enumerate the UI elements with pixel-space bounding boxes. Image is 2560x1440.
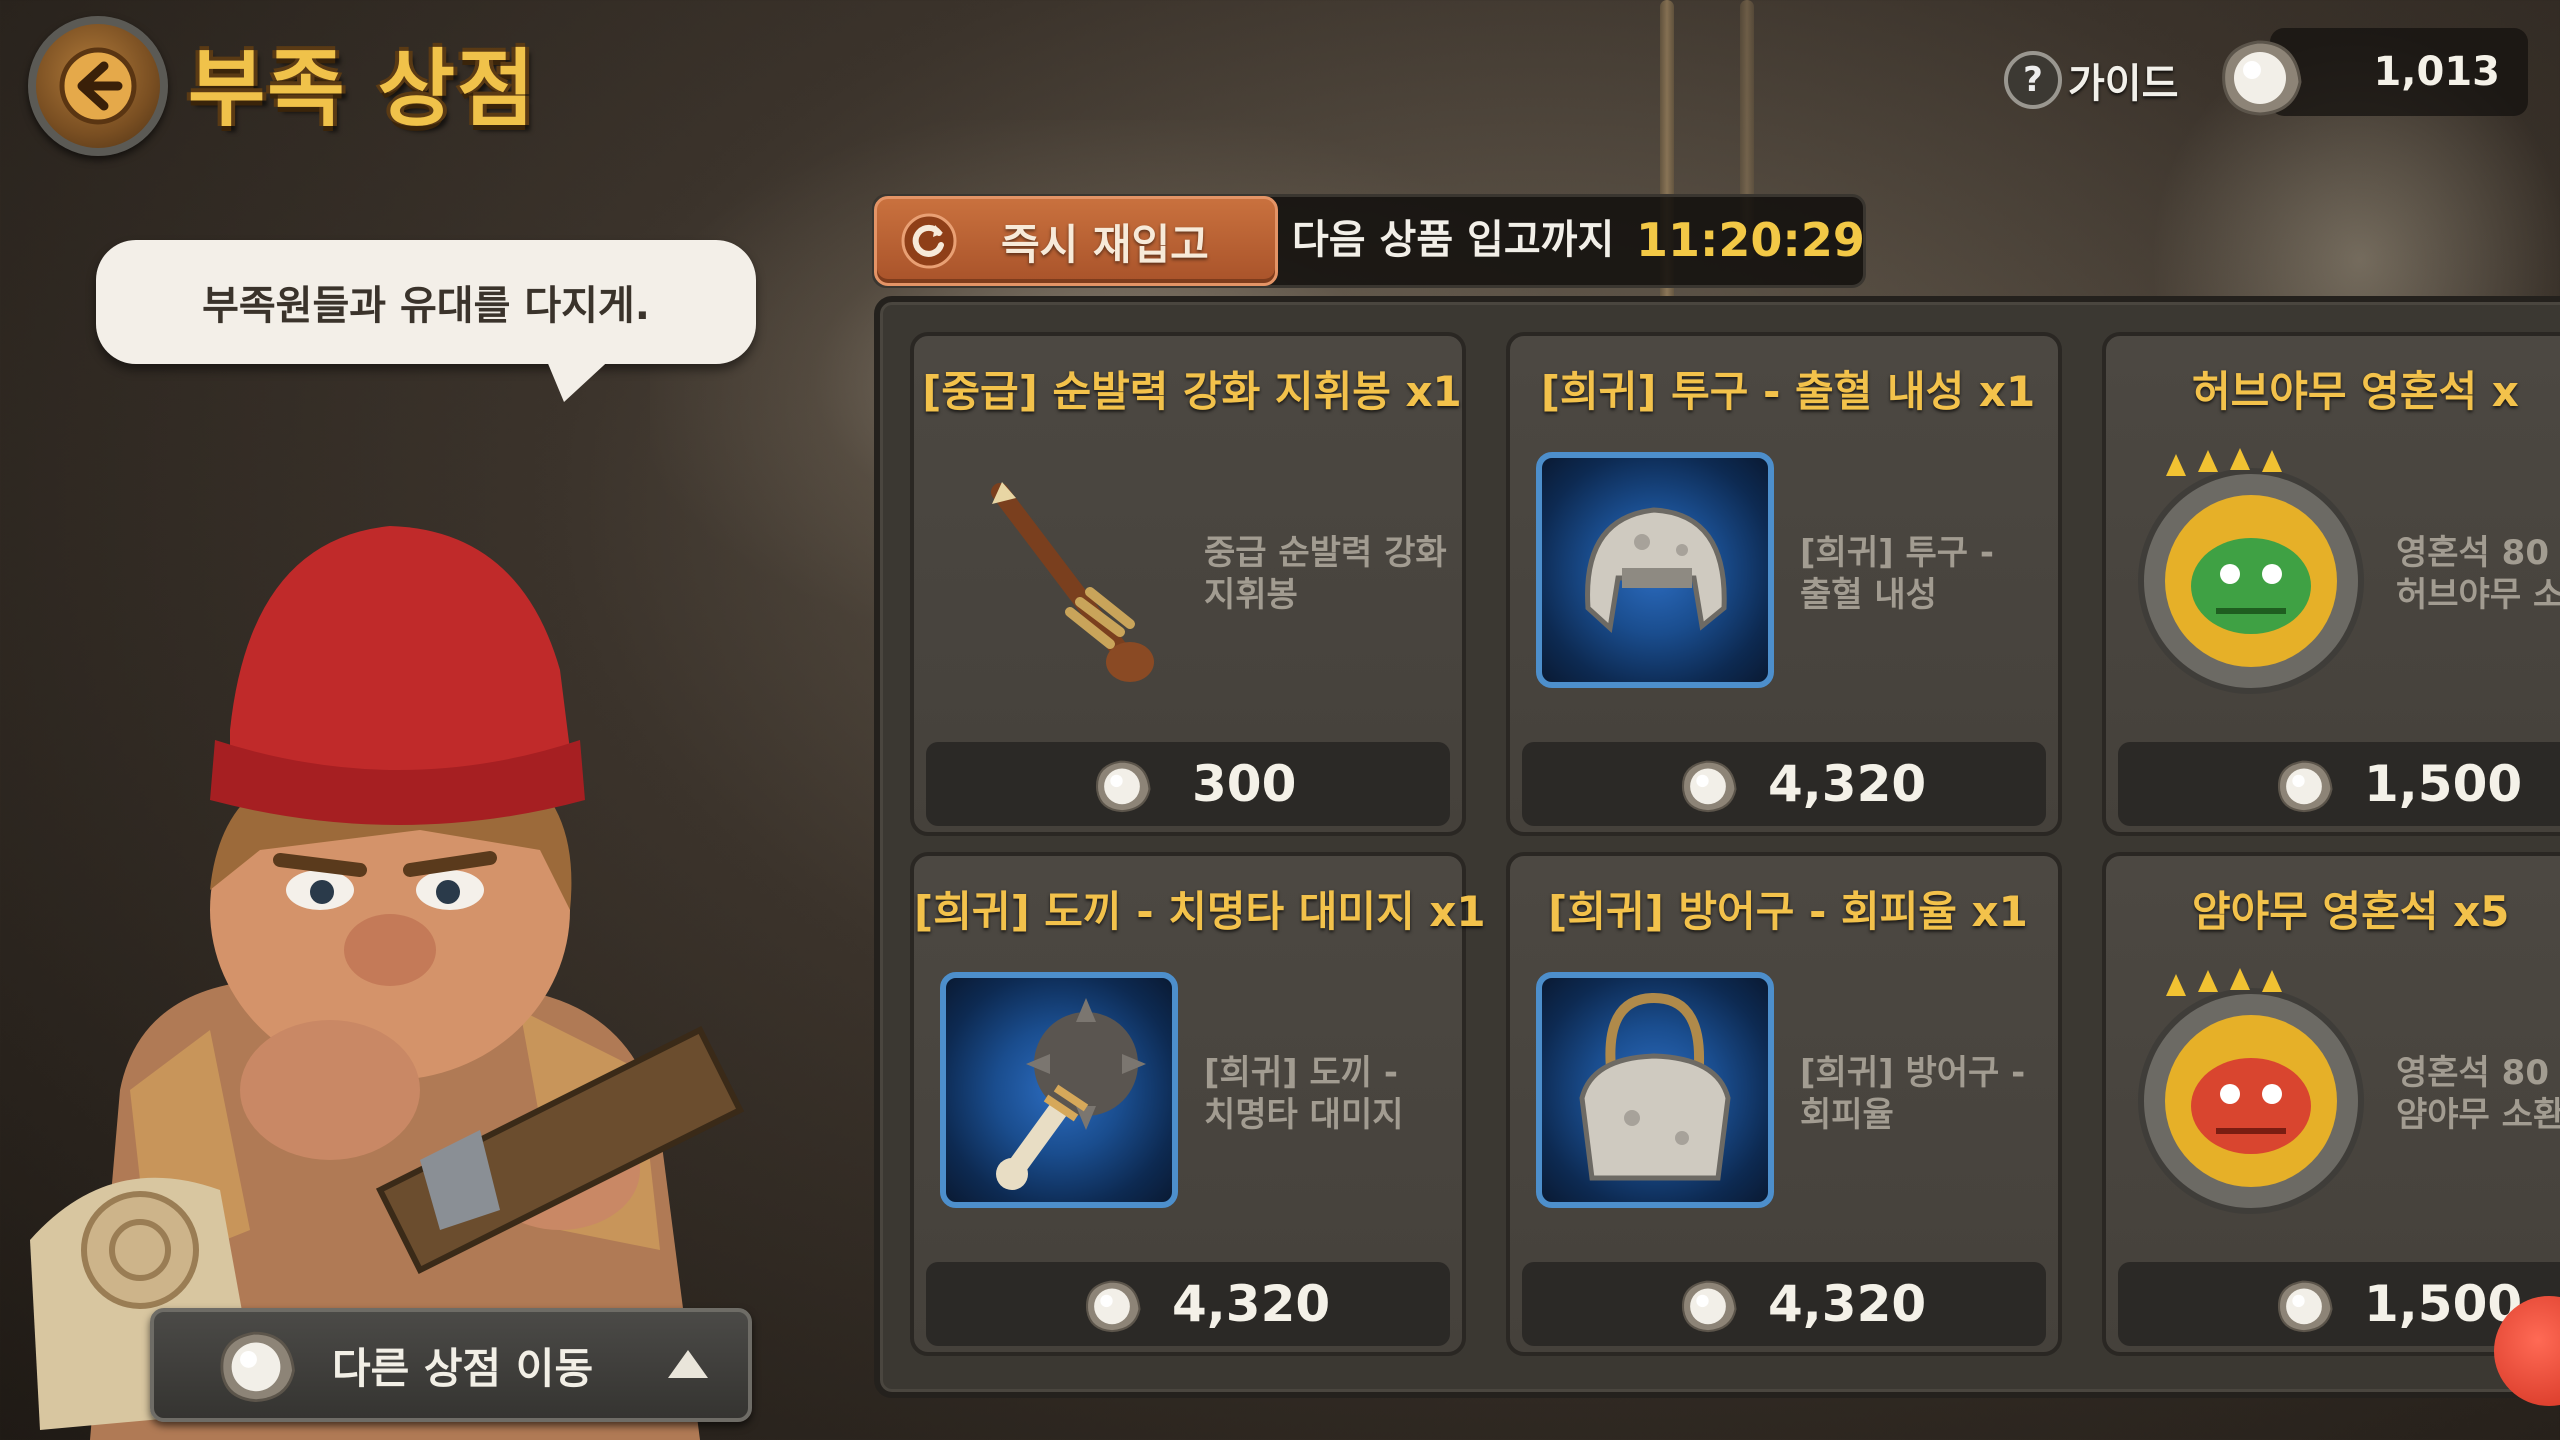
item-frame-rare bbox=[1536, 452, 1774, 688]
shop-item-card[interactable]: 얌야무 영혼석 x5 영혼석 80 얌야무 소환 1,500 bbox=[2102, 852, 2560, 1356]
soulstone-green-icon bbox=[2138, 448, 2364, 694]
soulstone-red-icon bbox=[2138, 968, 2364, 1214]
item-frame-rare bbox=[940, 972, 1178, 1208]
item-description-line: 출혈 내성 bbox=[1800, 575, 1937, 615]
back-arrow-icon bbox=[59, 47, 137, 125]
currency-value: 1,013 bbox=[2373, 49, 2500, 95]
item-description: [희귀] 투구 - 출혈 내성 bbox=[1800, 532, 2060, 616]
shop-item-panel: [중급] 순발력 강화 지휘봉 x1 중급 순발력 강화 지휘봉 300 [희귀… bbox=[874, 296, 2560, 1398]
price-bar: 1,500 bbox=[2118, 742, 2560, 826]
shop-item-card[interactable]: [희귀] 방어구 - 회피율 x1 [희귀] 방어구 - 회피율 4,320 bbox=[1506, 852, 2062, 1356]
item-description-line: 영혼석 80 bbox=[2396, 533, 2549, 573]
pearl-currency-icon bbox=[2277, 1280, 2333, 1333]
pearl-currency-icon bbox=[1681, 760, 1737, 813]
shop-item-card[interactable]: 허브야무 영혼석 x 영혼석 80 허브야무 소 1,500 bbox=[2102, 332, 2560, 836]
item-description-line: 지휘봉 bbox=[1204, 575, 1298, 615]
item-description: 영혼석 80 허브야무 소 bbox=[2396, 532, 2560, 616]
price-bar: 300 bbox=[926, 742, 1450, 826]
speech-bubble-tail bbox=[544, 354, 616, 402]
item-price: 4,320 bbox=[1768, 1275, 1927, 1333]
item-price: 300 bbox=[1192, 755, 1297, 813]
item-description-line: [희귀] 도끼 - bbox=[1204, 1053, 1398, 1093]
axe-icon bbox=[996, 998, 1146, 1190]
pearl-currency-icon bbox=[2277, 760, 2333, 813]
price-bar: 1,500 bbox=[2118, 1262, 2560, 1346]
shop-item-card[interactable]: [희귀] 투구 - 출혈 내성 x1 [희귀] 투구 - 출혈 내성 4,320 bbox=[1506, 332, 2062, 836]
price-bar: 4,320 bbox=[926, 1262, 1450, 1346]
pearl-currency-icon bbox=[220, 1331, 295, 1403]
armor-icon bbox=[1579, 992, 1731, 1181]
chevron-up-icon bbox=[668, 1350, 708, 1378]
page-title: 부족 상점 bbox=[188, 40, 537, 138]
item-description: 영혼석 80 얌야무 소환 bbox=[2396, 1052, 2560, 1136]
next-restock-label: 다음 상품 입고까지 bbox=[1292, 217, 1615, 263]
item-price: 4,320 bbox=[1172, 1275, 1331, 1333]
pearl-currency-icon bbox=[1085, 1280, 1141, 1333]
npc-speech-bubble: 부족원들과 유대를 다지게. bbox=[96, 240, 756, 364]
back-button[interactable] bbox=[28, 16, 168, 156]
item-description-line: [희귀] 방어구 - bbox=[1800, 1053, 2026, 1093]
npc-speech-text: 부족원들과 유대를 다지게. bbox=[202, 283, 650, 329]
guide-label: 가이드 bbox=[2068, 61, 2179, 107]
item-title: [희귀] 투구 - 출혈 내성 x1 bbox=[1540, 367, 2036, 416]
item-title: [희귀] 도끼 - 치명타 대미지 x1 bbox=[914, 887, 1486, 936]
other-shop-button[interactable]: 다른 상점 이동 bbox=[150, 1308, 752, 1422]
restock-timer: 11:20:29 bbox=[1636, 213, 1865, 267]
item-title: [희귀] 방어구 - 회피율 x1 bbox=[1548, 887, 2028, 936]
item-description-line: 허브야무 소 bbox=[2396, 575, 2560, 615]
shop-item-card[interactable]: [희귀] 도끼 - 치명타 대미지 x1 [희귀] 도끼 - 치명타 대미지 4… bbox=[910, 852, 1486, 1356]
help-icon: ? bbox=[2004, 51, 2062, 109]
pearl-currency-icon bbox=[1095, 760, 1151, 813]
pearl-currency-icon bbox=[2222, 40, 2302, 116]
item-price: 1,500 bbox=[2364, 755, 2523, 813]
item-price: 4,320 bbox=[1768, 755, 1927, 813]
price-bar: 4,320 bbox=[1522, 1262, 2046, 1346]
item-description: [희귀] 도끼 - 치명타 대미지 bbox=[1204, 1052, 1464, 1136]
refresh-icon bbox=[901, 213, 957, 269]
item-description: [희귀] 방어구 - 회피율 bbox=[1800, 1052, 2060, 1136]
item-description-line: [희귀] 투구 - bbox=[1800, 533, 1994, 573]
item-description-line: 치명타 대미지 bbox=[1204, 1095, 1404, 1135]
price-bar: 4,320 bbox=[1522, 742, 2046, 826]
pearl-currency-icon bbox=[1681, 1280, 1737, 1333]
item-description-line: 회피율 bbox=[1800, 1095, 1894, 1135]
item-description-line: 영혼석 80 bbox=[2396, 1053, 2549, 1093]
item-description: 중급 순발력 강화 지휘봉 bbox=[1204, 532, 1464, 616]
item-title: 허브야무 영혼석 x bbox=[2192, 367, 2519, 416]
instant-restock-label: 즉시 재입고 bbox=[1001, 219, 1209, 269]
other-shop-label: 다른 상점 이동 bbox=[332, 1343, 594, 1393]
item-description-line: 얌야무 소환 bbox=[2396, 1095, 2560, 1135]
instant-restock-button[interactable]: 즉시 재입고 bbox=[874, 196, 1278, 286]
staff-icon bbox=[991, 482, 1154, 682]
item-description-line: 중급 순발력 강화 bbox=[1204, 533, 1447, 573]
shop-item-card[interactable]: [중급] 순발력 강화 지휘봉 x1 중급 순발력 강화 지휘봉 300 bbox=[910, 332, 1466, 836]
item-title: 얌야무 영혼석 x5 bbox=[2192, 887, 2510, 936]
helmet-icon bbox=[1585, 507, 1727, 633]
npc-character-illustration bbox=[30, 526, 745, 1440]
item-title: [중급] 순발력 강화 지휘봉 x1 bbox=[922, 367, 1462, 416]
guide-button[interactable]: ? 가이드 bbox=[2004, 50, 2178, 110]
item-frame-rare bbox=[1536, 972, 1774, 1208]
